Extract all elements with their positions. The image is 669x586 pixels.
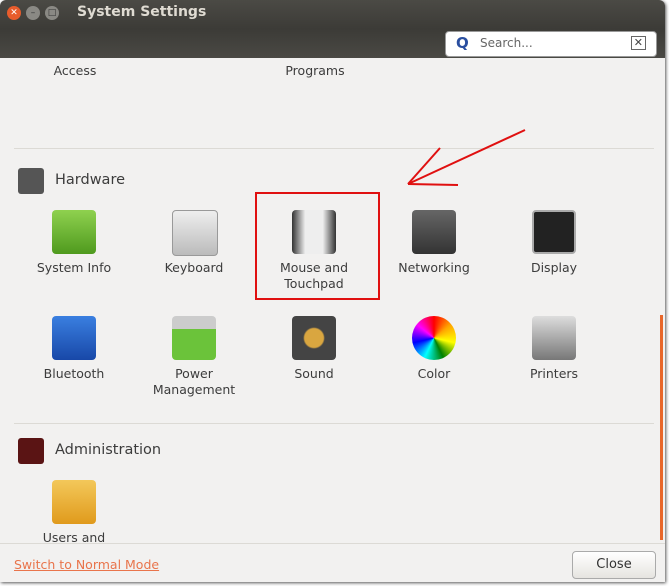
annotation-arrow [407, 129, 526, 186]
